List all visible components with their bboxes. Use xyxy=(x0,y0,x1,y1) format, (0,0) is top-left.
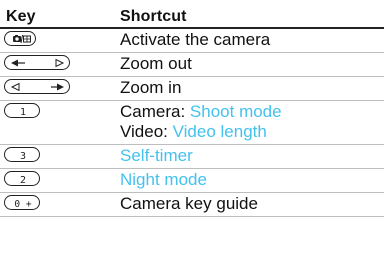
key-cell: 2 xyxy=(0,169,111,186)
number-3-key-icon: 3 xyxy=(4,147,40,162)
key-label-3: 3 xyxy=(20,151,26,162)
table-row: Zoom out xyxy=(0,53,384,77)
table-row: Zoom in xyxy=(0,77,384,101)
shoot-mode-link[interactable]: Shoot mode xyxy=(190,102,282,121)
shortcut-cell: Camera: Shoot mode Video: Video length xyxy=(111,101,384,142)
key-cell: 1 xyxy=(0,101,111,118)
shortcut-text: Zoom out xyxy=(120,54,192,73)
number-2-key-icon: 2 xyxy=(4,171,40,186)
shortcut-text: Activate the camera xyxy=(120,30,271,49)
key-label-0-plus: 0 + xyxy=(14,199,31,210)
table-row: 1 Camera: Shoot mode Video: Video length xyxy=(0,101,384,145)
shortcut-cell: Zoom in xyxy=(111,77,384,98)
header-key-label: Key xyxy=(6,8,36,25)
header-shortcut-label: Shortcut xyxy=(120,8,187,25)
shortcut-table: Key Shortcut Activate the camera Zoom ou… xyxy=(0,0,384,280)
camera-album-key-icon xyxy=(4,31,36,46)
key-cell xyxy=(0,29,111,46)
key-cell xyxy=(0,77,111,94)
shortcut-cell: Camera key guide xyxy=(111,193,384,214)
shortcut-cell: Activate the camera xyxy=(111,29,384,50)
table-row: Activate the camera xyxy=(0,29,384,53)
video-length-link[interactable]: Video length xyxy=(173,122,267,141)
shortcut-cell: Zoom out xyxy=(111,53,384,74)
self-timer-link[interactable]: Self-timer xyxy=(120,146,384,166)
key-cell: 0 + xyxy=(0,193,111,210)
table-row: 3 Self-timer xyxy=(0,145,384,169)
shortcut-cell: Self-timer xyxy=(111,145,384,166)
table-row: 2 Night mode xyxy=(0,169,384,193)
key-label-2: 2 xyxy=(20,175,26,186)
shortcut-line: Camera: Shoot mode xyxy=(120,102,384,122)
night-mode-link[interactable]: Night mode xyxy=(120,170,384,190)
key-cell: 3 xyxy=(0,145,111,162)
header-shortcut-cell: Shortcut xyxy=(111,8,384,26)
shortcut-line: Video: Video length xyxy=(120,122,384,142)
shortcut-text: Zoom in xyxy=(120,78,182,97)
table-row: 0 + Camera key guide xyxy=(0,193,384,217)
number-0-plus-key-icon: 0 + xyxy=(4,195,40,210)
shortcut-prefix: Camera: xyxy=(120,102,190,121)
shortcut-text: Camera key guide xyxy=(120,194,258,213)
navigation-left-key-icon xyxy=(4,55,70,70)
shortcut-cell: Night mode xyxy=(111,169,384,190)
key-cell xyxy=(0,53,111,70)
table-header: Key Shortcut xyxy=(0,0,384,29)
navigation-right-key-icon xyxy=(4,79,70,94)
key-label-1: 1 xyxy=(20,107,26,118)
number-1-key-icon: 1 xyxy=(4,103,40,118)
shortcut-prefix: Video: xyxy=(120,122,173,141)
header-key-cell: Key xyxy=(0,8,111,26)
